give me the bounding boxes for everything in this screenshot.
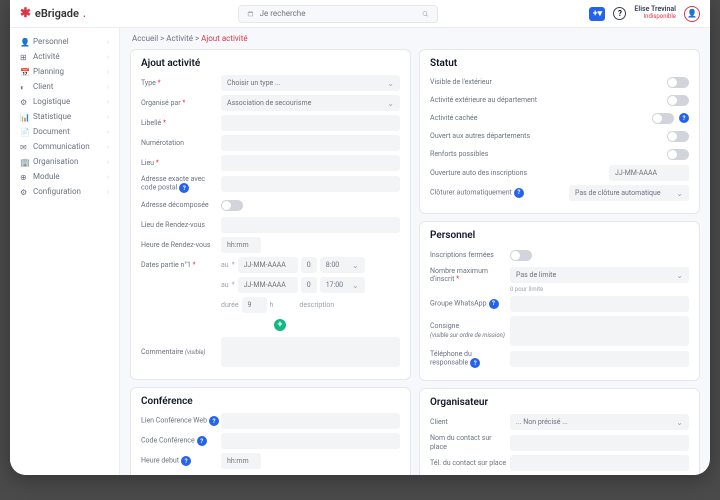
info-icon[interactable]: ? [209, 416, 219, 426]
commentaire-textarea[interactable] [221, 337, 400, 367]
add-date-button[interactable]: + [274, 319, 286, 331]
date-end-input[interactable] [238, 277, 298, 293]
card-organisateur: Organisateur Client... Non précisé ... N… [419, 388, 700, 475]
sidebar-item-organisation[interactable]: 🏢Organisation› [10, 154, 119, 169]
date-start-zero[interactable] [301, 257, 317, 273]
lieu-input[interactable] [221, 155, 400, 171]
info-icon[interactable]: ? [489, 299, 499, 309]
heure-conf-input[interactable] [221, 453, 261, 469]
code-conf-input[interactable] [221, 433, 400, 449]
title-organisateur: Organisateur [430, 397, 689, 408]
info-icon[interactable]: ? [197, 436, 207, 446]
add-button[interactable]: +▾ [589, 7, 605, 21]
calendar-icon [247, 10, 254, 18]
logo[interactable]: ✱ eBrigade. [20, 6, 86, 21]
sidebar-item-communication[interactable]: ✉Communication› [10, 139, 119, 154]
duree-input[interactable] [242, 297, 267, 313]
card-conference: Conférence Lien Conférence Web? Code Con… [130, 387, 411, 475]
numerotation-input[interactable] [221, 135, 400, 151]
client-select[interactable]: ... Non précisé ... [510, 414, 689, 430]
user-status: Indisponible [644, 14, 676, 21]
search-input[interactable] [260, 9, 416, 18]
top-bar: ✱ eBrigade. +▾ ? Elise Trevinal Indispon… [10, 0, 710, 28]
libelle-input[interactable] [221, 115, 400, 131]
avatar[interactable]: 👤 [684, 6, 700, 22]
toggle-act-ext[interactable] [667, 95, 689, 106]
sidebar: 👤Personnel› ⊞Activité› 📅Planning› ◐Clien… [10, 28, 120, 475]
toggle-visible-ext[interactable] [667, 77, 689, 88]
title-ajout: Ajout activité [141, 58, 400, 69]
sidebar-item-personnel[interactable]: 👤Personnel› [10, 34, 119, 49]
time-start-select[interactable]: 8:00 [320, 257, 365, 273]
date-start-input[interactable] [238, 257, 298, 273]
info-icon[interactable]: ? [679, 113, 689, 123]
toggle-insc-fermees[interactable] [510, 250, 532, 261]
crumb-home[interactable]: Accueil [132, 34, 158, 43]
sidebar-item-module[interactable]: ⊕Module› [10, 169, 119, 184]
adresse-dec-toggle[interactable] [221, 200, 243, 211]
consigne-textarea[interactable] [510, 316, 689, 346]
title-personnel: Personnel [430, 230, 689, 241]
sidebar-item-client[interactable]: ◐Client› [10, 79, 119, 94]
title-conference: Conférence [141, 396, 400, 407]
help-icon[interactable]: ? [613, 7, 626, 20]
sidebar-item-logistique[interactable]: ⚙Logistique› [10, 94, 119, 109]
organise-select[interactable]: Association de secourisme [221, 95, 400, 111]
logo-icon: ✱ [20, 6, 31, 21]
title-statut: Statut [430, 58, 689, 69]
info-icon[interactable]: ? [179, 183, 189, 193]
cloture-select[interactable]: Pas de clôture automatique [569, 185, 689, 201]
sidebar-item-activite[interactable]: ⊞Activité› [10, 49, 119, 64]
sidebar-item-planning[interactable]: 📅Planning› [10, 64, 119, 79]
toggle-cachee[interactable] [652, 113, 674, 124]
sidebar-item-configuration[interactable]: ⚙Configuration› [10, 184, 119, 199]
adresse-cp-input[interactable] [221, 176, 400, 192]
toggle-ouvert[interactable] [667, 131, 689, 142]
whatsapp-input[interactable] [510, 296, 689, 312]
info-icon[interactable]: ? [514, 188, 524, 198]
info-icon[interactable]: ? [181, 456, 191, 466]
crumb-current: Ajout activité [201, 34, 248, 43]
search-icon [422, 10, 429, 18]
sidebar-item-statistique[interactable]: 📊Statistique› [10, 109, 119, 124]
toggle-renforts[interactable] [667, 149, 689, 160]
brand-name: eBrigade [35, 7, 79, 20]
contact-nom-input[interactable] [510, 435, 689, 451]
crumb-activite[interactable]: Activité [166, 34, 193, 43]
max-inscrit-select[interactable]: Pas de limite [510, 267, 689, 283]
time-end-select[interactable]: 17:00 [320, 277, 365, 293]
date-end-zero[interactable] [301, 277, 317, 293]
contact-tel-input[interactable] [510, 455, 689, 471]
tel-resp-input[interactable] [510, 351, 689, 367]
lieu-rdv-input[interactable] [221, 217, 400, 233]
card-personnel: Personnel Inscriptions fermées Nombre ma… [419, 221, 700, 381]
card-statut: Statut Visible de l'extérieur Activité e… [419, 49, 700, 214]
search-wrap [238, 5, 438, 23]
ouverture-date-input[interactable] [609, 165, 689, 181]
lien-conf-input[interactable] [221, 413, 400, 429]
card-ajout: Ajout activité Type *Choisir un type ...… [130, 49, 411, 380]
heure-rdv-input[interactable] [221, 237, 261, 253]
sidebar-item-document[interactable]: 📄Document› [10, 124, 119, 139]
type-select[interactable]: Choisir un type ... [221, 75, 400, 91]
info-icon[interactable]: ? [470, 358, 480, 368]
breadcrumb: Accueil > Activité > Ajout activité [130, 28, 700, 49]
